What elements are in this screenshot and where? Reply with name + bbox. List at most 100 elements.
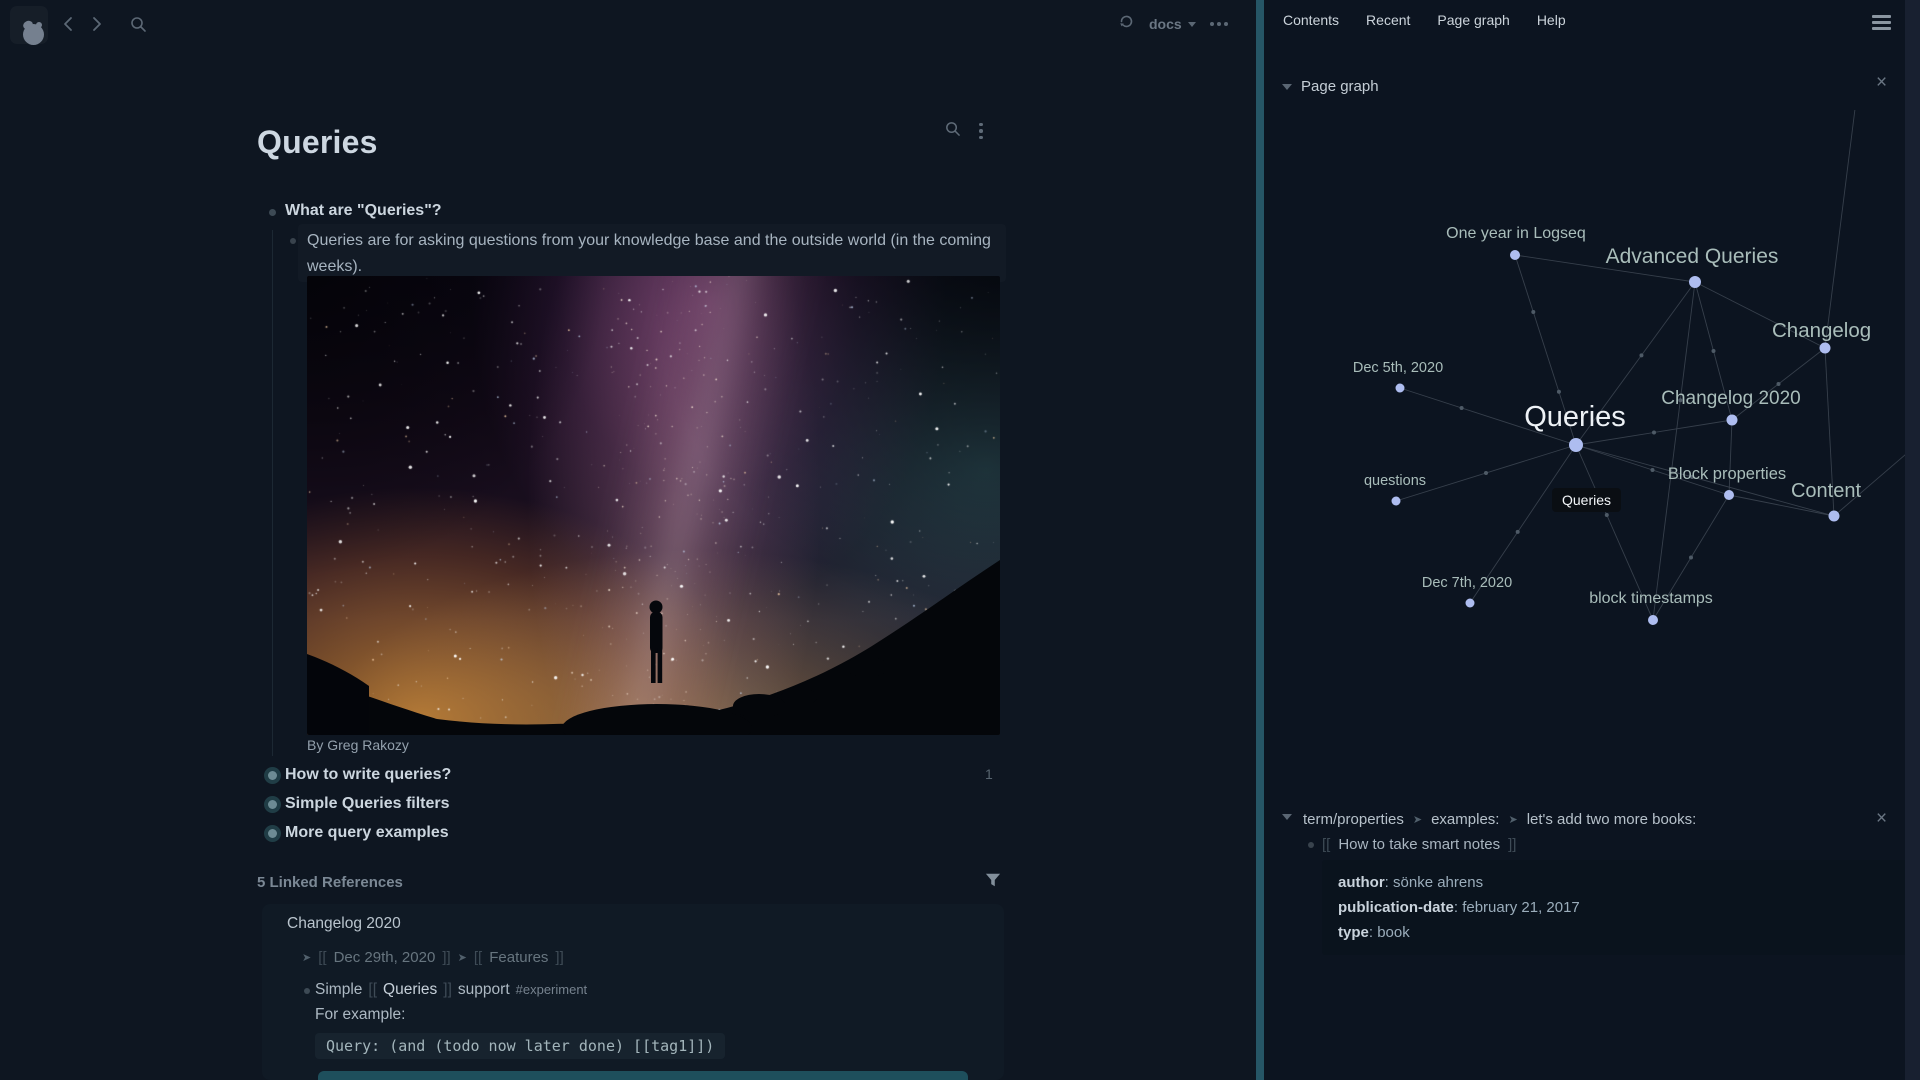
properties-block: author: sönke ahrens publication-date: f… [1322,860,1920,955]
menu-icon[interactable] [1872,15,1891,30]
breadcrumb-link[interactable]: term/properties [1303,811,1404,828]
more-options-icon[interactable] [1210,22,1228,26]
page-more-icon[interactable] [977,121,985,142]
linked-reference-card: Changelog 2020 ➤ [[ Dec 29th, 2020 ]] ➤ … [262,904,1004,1080]
linked-references-header[interactable]: 5 Linked References [257,874,403,891]
graph-node[interactable] [1466,599,1475,608]
property-row: type: book [1338,920,1914,945]
collapsed-bullet[interactable] [268,829,277,838]
page-search-icon[interactable] [944,120,961,142]
page-ref-link[interactable]: Queries [383,981,437,999]
collapsed-block[interactable]: Simple Queries filters [285,795,450,813]
graph-node[interactable] [1569,438,1583,452]
page-link[interactable]: Changelog 2020 [287,915,401,933]
graph-node[interactable] [1648,615,1658,625]
bracket: ]] [555,949,563,966]
bracket: [[ [474,949,482,966]
block-bullet[interactable] [269,209,276,216]
graph-node-label[interactable]: Changelog 2020 [1661,388,1800,409]
colon: : [1385,874,1393,891]
graph-node-label[interactable]: questions [1364,473,1426,489]
breadcrumb-arrow-icon: ➤ [1413,813,1422,826]
nav-forward-icon[interactable] [87,15,105,33]
breadcrumb-arrow-icon[interactable]: ➤ [302,951,311,964]
scrollbar-track[interactable] [1905,0,1920,1080]
ref-count-badge: 1 [985,766,993,782]
tab-recent[interactable]: Recent [1366,12,1410,28]
edge-particle [1777,382,1781,386]
filter-icon[interactable] [985,872,1001,893]
collapsed-block[interactable]: How to write queries? [285,766,451,784]
block-bullet[interactable] [304,988,310,994]
graph-node-label[interactable]: Advanced Queries [1606,245,1779,268]
logseq-logo[interactable] [10,6,48,44]
graph-node[interactable] [1724,490,1734,500]
graph-node-label[interactable]: block timestamps [1589,590,1713,607]
block-heading[interactable]: What are "Queries"? [285,202,442,220]
property-value: sönke ahrens [1393,874,1483,891]
breadcrumb-link[interactable]: examples: [1431,811,1499,828]
breadcrumb: term/properties ➤ examples: ➤ let's add … [1303,811,1696,828]
edge-particle [1652,431,1656,435]
reference-block-line[interactable]: Simple [[ Queries ]] support #experiment [315,981,587,999]
edge-particle [1516,530,1520,534]
edge-particle [1712,349,1716,353]
nav-back-icon[interactable] [60,15,78,33]
graph-node[interactable] [1396,384,1405,393]
breadcrumb-arrow-icon: ➤ [1508,813,1517,826]
search-icon[interactable] [129,15,147,33]
graph-switcher[interactable]: docs [1149,16,1196,32]
close-icon[interactable]: × [1876,74,1887,92]
collapsed-bullet[interactable] [268,800,277,809]
edge-particle [1484,471,1488,475]
breadcrumb-link[interactable]: Dec 29th, 2020 [334,949,436,966]
graph-node-label[interactable]: Dec 7th, 2020 [1422,575,1512,591]
close-icon[interactable]: × [1876,810,1887,828]
graph-node-label[interactable]: Dec 5th, 2020 [1353,360,1443,376]
terrain-silhouette [307,276,1000,735]
block-bullet[interactable] [1308,842,1314,848]
block-paragraph[interactable]: Queries are for asking questions from yo… [307,228,991,280]
sync-icon[interactable] [1118,13,1135,35]
block-bullet[interactable] [290,238,296,244]
edge-particle [1639,353,1643,357]
page-title: Queries [257,124,378,161]
graph-node[interactable] [1829,511,1840,522]
graph-node[interactable] [1820,343,1831,354]
graph-node[interactable] [1727,415,1738,426]
page-graph-canvas[interactable]: One year in Logseq Advanced Queries Change… [1264,110,1920,810]
graph-node-label[interactable]: Block properties [1668,465,1786,483]
colon: : [1454,899,1462,916]
property-key: type [1338,924,1369,941]
colon: : [1369,924,1377,941]
graph-node[interactable] [1392,497,1401,506]
collapse-caret-icon[interactable] [1282,84,1292,90]
edge-particle [1689,556,1693,560]
inline-code[interactable]: Query: (and (todo now later done) [[tag1… [315,1033,725,1059]
tab-page-graph[interactable]: Page graph [1437,12,1509,28]
breadcrumb-link[interactable]: let's add two more books: [1527,811,1697,828]
graph-node-label[interactable]: One year in Logseq [1446,225,1586,242]
bracket: [[ [318,949,326,966]
collapse-caret-icon[interactable] [1282,814,1292,820]
hashtag-link[interactable]: #experiment [516,982,588,997]
collapsed-block[interactable]: More query examples [285,824,449,842]
graph-node[interactable] [1510,250,1520,260]
property-row: author: sönke ahrens [1338,870,1914,895]
starry-sky-image[interactable] [307,276,1000,735]
graph-node-label[interactable]: Changelog [1772,319,1871,342]
graph-node-label[interactable]: Content [1791,480,1861,502]
tab-contents[interactable]: Contents [1283,12,1339,28]
page-ref-link[interactable]: How to take smart notes [1338,836,1500,853]
collapsed-bullet[interactable] [268,771,277,780]
breadcrumb-link[interactable]: Features [489,949,548,966]
graph-node-label[interactable]: Queries [1524,401,1626,433]
bracket: [[ [368,981,377,999]
breadcrumb-arrow-icon[interactable]: ➤ [458,951,467,964]
pane-resize-divider[interactable] [1256,0,1264,1080]
image-caption: By Greg Rakozy [307,737,409,753]
bracket: ]] [443,981,452,999]
tab-help[interactable]: Help [1537,12,1566,28]
graph-node[interactable] [1689,276,1701,288]
block-guide-line [272,230,273,756]
